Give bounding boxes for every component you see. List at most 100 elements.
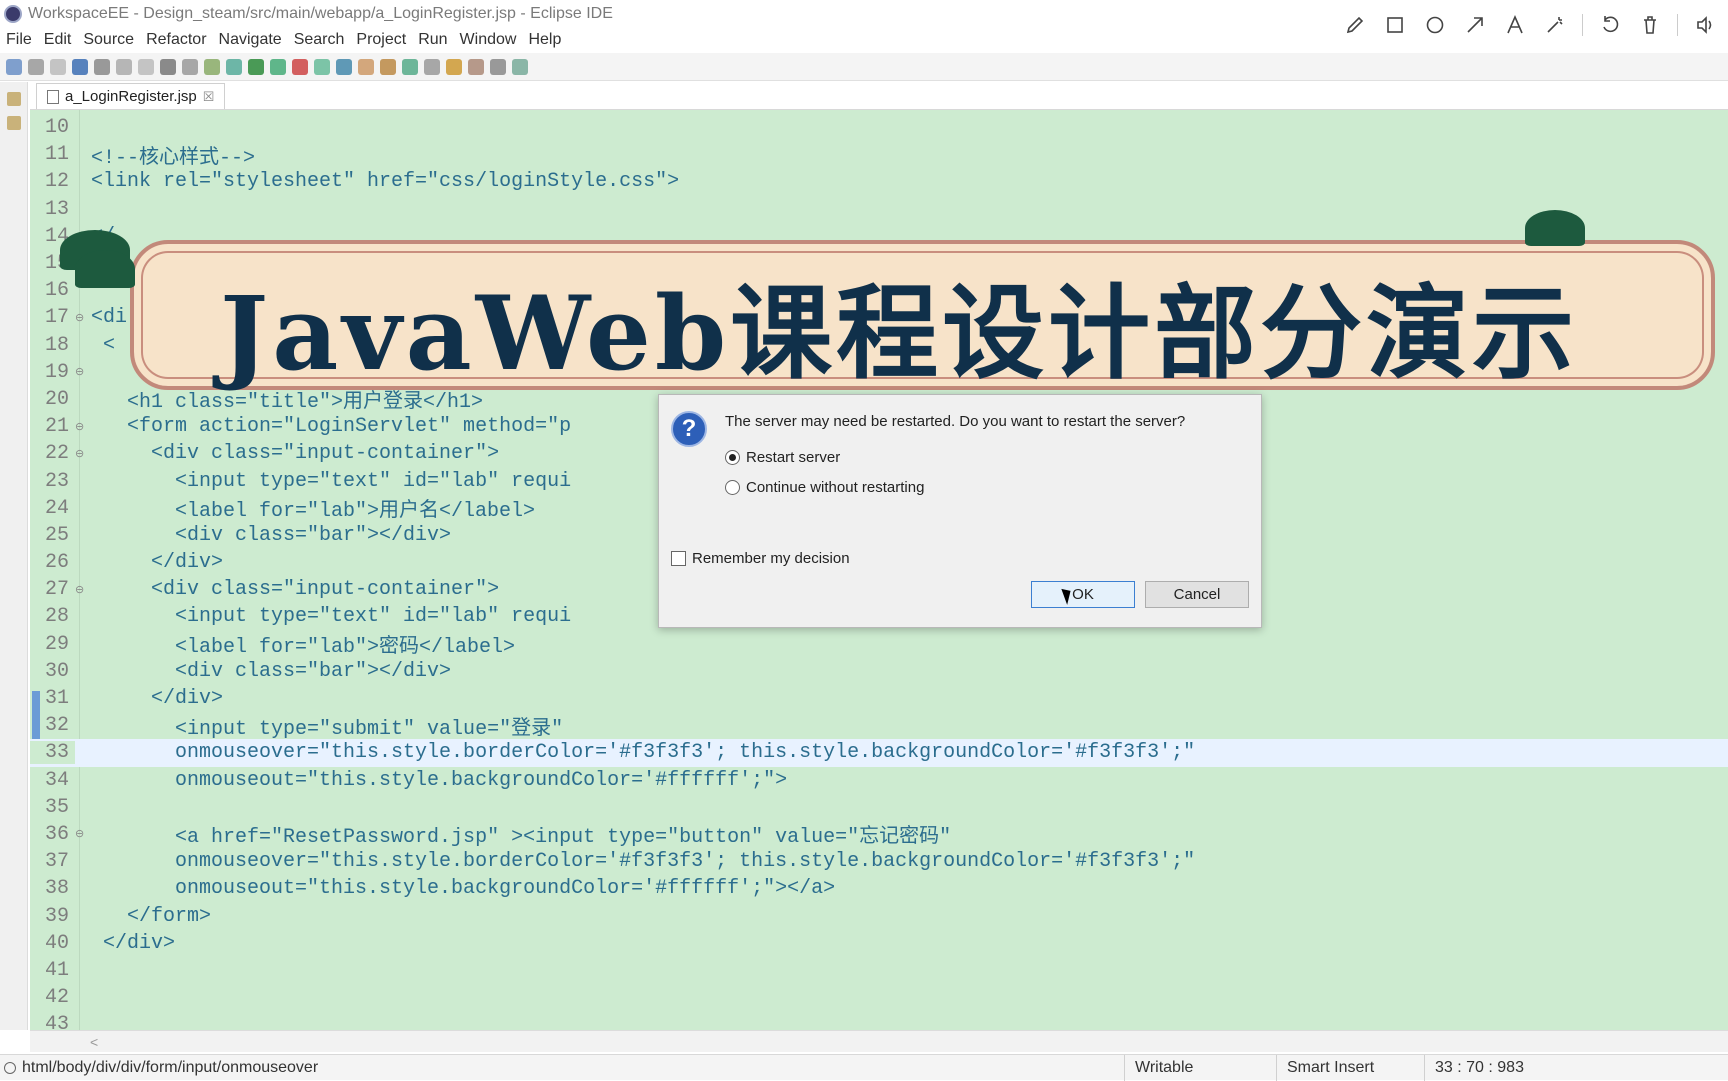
line-number: 38 [44,877,69,901]
fold-toggle-icon[interactable]: ⊖ [75,420,84,434]
code-line[interactable]: 10 [30,114,1728,141]
toolbar-button-icon[interactable] [424,58,440,75]
fold-toggle-icon[interactable]: ⊖ [75,447,84,461]
toolbar-button-icon[interactable] [50,58,66,75]
menu-project[interactable]: Project [356,31,406,49]
writable-status: Writable [1124,1055,1274,1081]
code-line[interactable]: 12 <link rel="stylesheet" href="css/login… [30,168,1728,195]
line-number: 16 [44,279,69,303]
remember-decision-checkbox[interactable]: Remember my decision [671,550,850,567]
toolbar-button-icon[interactable] [314,58,330,75]
radio-button-checked[interactable] [725,450,740,465]
code-line[interactable]: 32 <input type="submit" value="登录" [30,712,1728,741]
pencil-icon[interactable] [1342,12,1368,38]
toolbar-button-icon[interactable] [468,58,484,75]
menu-search[interactable]: Search [294,31,345,49]
code-text: <input type="text" id="lab" requi [91,605,572,629]
undo-icon[interactable] [1597,12,1623,38]
toolbar-button-icon[interactable] [402,58,418,75]
toolbar-button-icon[interactable] [248,58,264,75]
toolbar-button-icon[interactable] [336,58,352,75]
package-explorer-icon[interactable] [6,116,21,130]
toolbar-button-icon[interactable] [292,58,308,75]
code-text: <!--核心样式--> [91,146,256,170]
pine-decoration-icon [1525,210,1585,246]
radio-restart-server[interactable]: Restart server [725,449,840,466]
code-line[interactable]: 11 <!--核心样式--> [30,141,1728,170]
fold-toggle-icon[interactable]: ⊖ [75,365,84,379]
code-line[interactable]: 42 [30,984,1728,1011]
code-line[interactable]: 29 <label for="lab">密码</label> [30,631,1728,660]
toolbar-button-icon[interactable] [94,58,110,75]
status-icon [4,1061,16,1074]
toolbar-button-icon[interactable] [380,58,396,75]
code-line[interactable]: 40 </div> [30,930,1728,957]
code-line[interactable]: 41 [30,957,1728,984]
line-number: 40 [44,931,69,955]
eclipse-icon [4,4,22,23]
breadcrumb-path: html/body/div/div/form/input/onmouseover [22,1058,319,1076]
toolbar-button-icon[interactable] [446,58,462,75]
line-number: 28 [44,605,69,629]
annotation-toolbar [1328,0,1728,50]
code-line[interactable]: 39 </form> [30,902,1728,929]
line-number: 19 [44,360,69,384]
toolbar-button-icon[interactable] [160,58,176,75]
editor-tab-bar: a_LoginRegister.jsp ☒ [30,82,1728,110]
code-line[interactable]: 34 onmouseout="this.style.backgroundColo… [30,767,1728,794]
toolbar-button-icon[interactable] [116,58,132,75]
toolbar-button-icon[interactable] [226,58,242,75]
code-line[interactable]: 33 onmouseover="this.style.borderColor='… [30,739,1728,767]
main-toolbar [0,53,1728,81]
fold-toggle-icon[interactable]: ⊖ [75,827,84,841]
radio-continue-without-restarting[interactable]: Continue without restarting [725,479,924,496]
horizontal-scrollbar[interactable]: < [30,1030,1728,1052]
restore-icon[interactable] [6,92,21,106]
toolbar-button-icon[interactable] [512,58,528,75]
code-line[interactable]: 31 </div> [30,685,1728,712]
code-line[interactable]: 38 onmouseout="this.style.backgroundColo… [30,875,1728,902]
cancel-button[interactable]: Cancel [1145,581,1249,608]
menu-file[interactable]: File [6,31,32,49]
code-line[interactable]: 35 [30,794,1728,821]
code-text: <input type="text" id="lab" requi [91,469,572,493]
text-icon[interactable] [1502,12,1528,38]
code-line[interactable]: 37 onmouseover="this.style.borderColor='… [30,848,1728,875]
toolbar-button-icon[interactable] [138,58,154,75]
checkbox[interactable] [671,551,686,566]
toolbar-button-icon[interactable] [358,58,374,75]
rectangle-icon[interactable] [1382,12,1408,38]
toolbar-button-icon[interactable] [490,58,506,75]
fold-toggle-icon[interactable]: ⊖ [75,311,84,325]
menu-navigate[interactable]: Navigate [219,31,282,49]
toolbar-button-icon[interactable] [6,58,22,75]
menu-edit[interactable]: Edit [44,31,72,49]
trash-icon[interactable] [1637,12,1663,38]
menu-window[interactable]: Window [460,31,517,49]
code-line[interactable]: 36 ⊖ <a href="ResetPassword.jsp" ><input … [30,821,1728,850]
radio-button[interactable] [725,480,740,495]
editor-tab-a-loginregister[interactable]: a_LoginRegister.jsp ☒ [36,83,226,109]
menu-source[interactable]: Source [83,31,134,49]
menu-help[interactable]: Help [528,31,561,49]
ok-button[interactable]: OK [1031,581,1135,608]
code-text: </div> [91,931,176,955]
toolbar-button-icon[interactable] [28,58,44,75]
speaker-icon[interactable] [1692,12,1718,38]
code-line[interactable]: 13 [30,196,1728,223]
menu-run[interactable]: Run [418,31,447,49]
toolbar-button-icon[interactable] [270,58,286,75]
toolbar-button-icon[interactable] [182,58,198,75]
radio-label: Continue without restarting [746,479,925,496]
close-tab-icon[interactable]: ☒ [203,89,215,105]
fold-toggle-icon[interactable]: ⊖ [75,583,84,597]
line-number: 36 [44,822,69,846]
arrow-icon[interactable] [1462,12,1488,38]
menu-refactor[interactable]: Refactor [146,31,206,49]
toolbar-button-icon[interactable] [204,58,220,75]
scroll-left-arrow[interactable]: < [90,1034,98,1050]
circle-icon[interactable] [1422,12,1448,38]
code-line[interactable]: 30 <div class="bar"></div> [30,658,1728,685]
magic-wand-icon[interactable] [1542,12,1568,38]
toolbar-button-icon[interactable] [72,58,88,75]
